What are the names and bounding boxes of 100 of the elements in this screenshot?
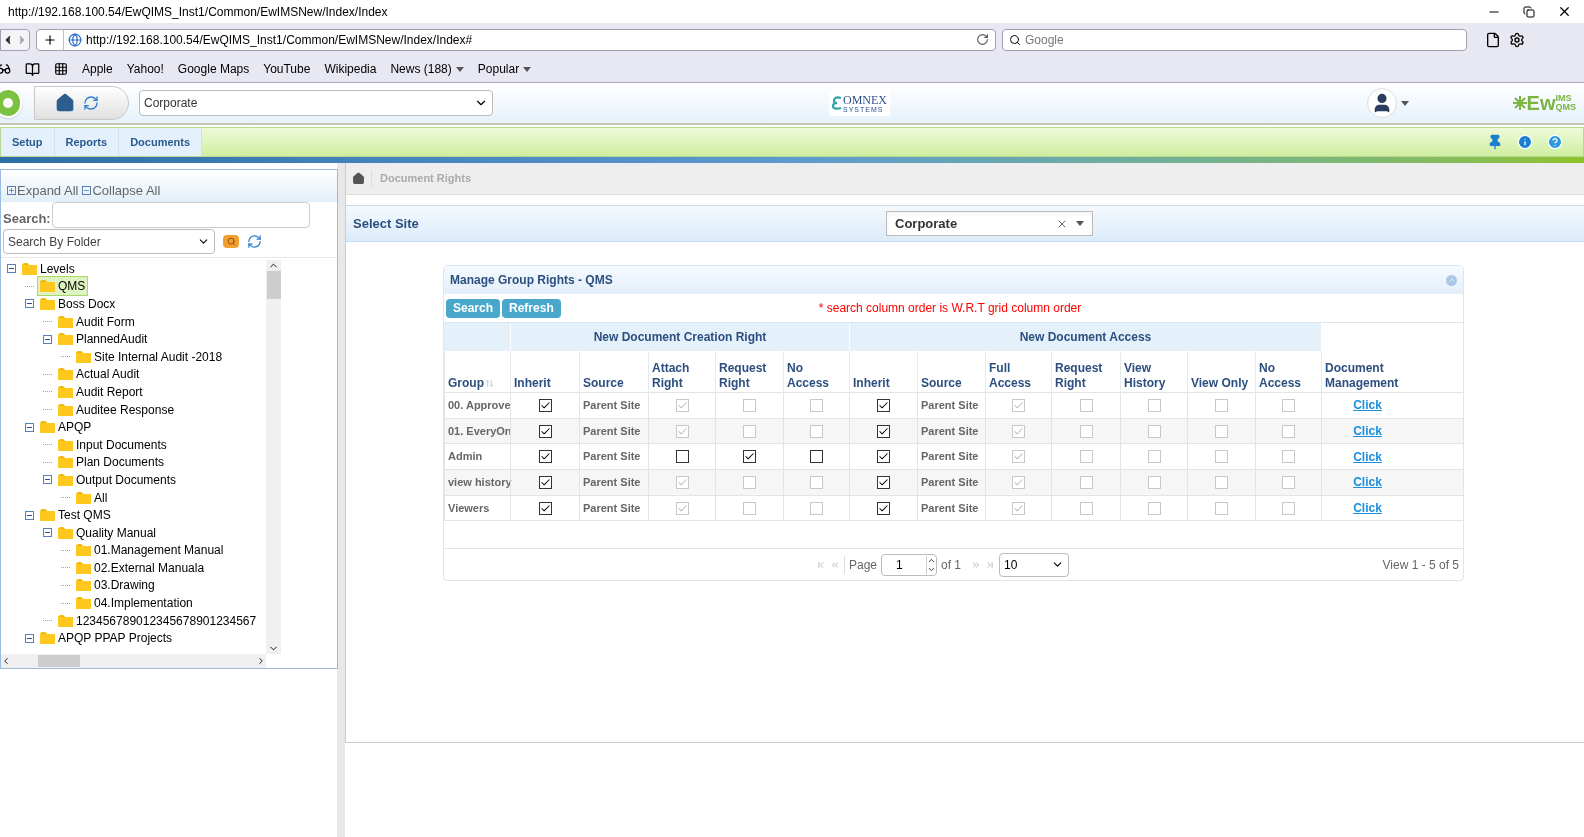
record-summary: View 1 - 5 of 5 — [1382, 556, 1460, 574]
new-tab-icon[interactable] — [43, 32, 57, 47]
bookmark-link[interactable]: Yahoo! — [126, 60, 164, 78]
page-size-select[interactable]: 10 — [999, 552, 1070, 577]
column-group-header: New Document Creation Right — [510, 323, 849, 351]
home-icon[interactable] — [55, 93, 75, 113]
scroll-thumb[interactable] — [266, 271, 281, 299]
bookmark-link[interactable]: News (188) — [390, 60, 464, 78]
expand-all-link[interactable]: Expand All — [7, 180, 79, 200]
tree-item[interactable]: Boss Docx — [37, 294, 119, 314]
search-note: * search column order is W.R.T grid column order — [818, 300, 1082, 317]
horizontal-scrollbar[interactable] — [1, 654, 266, 668]
tree-item[interactable]: 03.Drawing — [73, 575, 158, 596]
refresh-icon[interactable] — [83, 95, 99, 111]
folder-icon — [76, 491, 91, 504]
checkbox[interactable] — [538, 501, 552, 515]
scroll-left-icon[interactable] — [1, 656, 11, 666]
tree-item[interactable]: QMS — [37, 276, 89, 297]
collapse-icon[interactable] — [25, 633, 34, 643]
checkbox[interactable] — [810, 450, 823, 464]
bookmark-link[interactable]: Wikipedia — [324, 60, 377, 78]
tree-item[interactable]: All — [73, 487, 111, 508]
expand-icon[interactable] — [7, 185, 16, 195]
grid-icon[interactable] — [54, 62, 68, 76]
folder-icon — [58, 403, 73, 416]
scroll-right-icon[interactable] — [256, 656, 266, 666]
bookmark-link[interactable]: Google Maps — [177, 60, 250, 78]
table-cell-text: Parent Site — [583, 475, 641, 491]
table-cell-text: Parent Site — [583, 500, 641, 516]
search-label: Search: — [3, 209, 51, 228]
bookmark-link[interactable]: YouTube — [263, 60, 311, 78]
page-icon[interactable] — [1485, 31, 1501, 48]
click-link[interactable]: Click — [1353, 447, 1382, 466]
checkbox[interactable] — [877, 501, 890, 515]
back-forward-buttons[interactable] — [0, 28, 30, 51]
help-icon[interactable] — [1547, 134, 1563, 150]
collapse-icon[interactable] — [43, 528, 52, 538]
checkbox[interactable] — [538, 450, 552, 464]
scrollbar[interactable] — [266, 260, 281, 654]
folder-icon — [76, 579, 91, 592]
page-label: Page — [844, 555, 878, 574]
bookmark-link[interactable]: Apple — [82, 60, 113, 78]
checkbox[interactable] — [743, 450, 756, 464]
page-field[interactable]: 1 — [881, 553, 938, 576]
home-icon[interactable] — [352, 172, 365, 185]
glasses-icon[interactable] — [0, 62, 11, 76]
folder-icon — [58, 614, 73, 627]
site-select[interactable]: Corporate — [139, 90, 493, 116]
refresh-icon[interactable] — [247, 234, 262, 249]
click-link[interactable]: Click — [1353, 396, 1382, 415]
caret-icon[interactable] — [1400, 100, 1409, 106]
checkbox[interactable] — [877, 475, 890, 489]
checkbox[interactable] — [877, 424, 890, 438]
search-field[interactable]: Google — [1002, 28, 1467, 51]
nav-tab[interactable]: Setup — [1, 128, 55, 156]
collapse-icon[interactable] — [43, 334, 52, 344]
collapse-icon[interactable] — [7, 264, 16, 274]
user-avatar[interactable] — [1366, 88, 1397, 118]
pin-icon[interactable] — [1487, 134, 1503, 150]
book-icon[interactable] — [25, 61, 40, 77]
settings-icon[interactable] — [1509, 31, 1525, 48]
search-by-select[interactable]: Search By Folder — [3, 229, 215, 254]
tree-item[interactable]: APQP PPAP Projects — [37, 628, 176, 649]
search-input[interactable]: Google — [1025, 30, 1460, 49]
click-link[interactable]: Click — [1353, 499, 1382, 518]
restore-icon[interactable] — [1523, 5, 1535, 18]
folder-icon — [58, 315, 73, 328]
caret-icon[interactable] — [455, 66, 464, 72]
tree-item[interactable]: Audit Form — [55, 311, 138, 332]
checkbox[interactable] — [538, 475, 552, 489]
caret-icon[interactable] — [523, 66, 532, 72]
address-bar[interactable]: http://192.168.100.54/EwQIMS_Inst1/Common/EwIMSNew/Index/Index# — [36, 28, 996, 51]
checkbox[interactable] — [538, 424, 552, 438]
tree-item[interactable]: Auditee Response — [55, 399, 178, 420]
caret-icon[interactable] — [1076, 221, 1084, 226]
collapse-all-link[interactable]: Collapse All — [82, 180, 161, 200]
scroll-thumb[interactable] — [37, 655, 80, 667]
collapse-icon[interactable] — [25, 510, 34, 520]
nav-tab[interactable]: Documents — [119, 128, 203, 156]
tree-item[interactable]: Levels — [19, 260, 78, 279]
reload-icon[interactable] — [976, 33, 989, 46]
page-count: of 1 — [941, 556, 962, 574]
logo-icon[interactable] — [0, 88, 22, 118]
checkbox[interactable] — [877, 398, 890, 412]
folder-icon — [40, 421, 55, 434]
collapse-icon[interactable] — [25, 299, 34, 309]
info-icon[interactable] — [1517, 134, 1533, 150]
collapse-icon[interactable] — [43, 475, 52, 485]
collapse-icon[interactable] — [82, 185, 92, 195]
checkbox[interactable] — [675, 450, 689, 464]
collapse-icon[interactable] — [25, 422, 34, 432]
checkbox[interactable] — [538, 398, 552, 412]
site-dropdown[interactable]: Corporate — [886, 211, 1093, 236]
bookmark-link[interactable]: Popular — [477, 60, 532, 78]
table-cell-text: Parent Site — [583, 398, 641, 414]
close-icon[interactable] — [1557, 4, 1572, 19]
folder-search-field[interactable] — [51, 202, 310, 228]
nav-tab[interactable]: Reports — [54, 128, 120, 156]
checkbox[interactable] — [877, 450, 890, 464]
folder-search-icon[interactable] — [223, 235, 239, 248]
